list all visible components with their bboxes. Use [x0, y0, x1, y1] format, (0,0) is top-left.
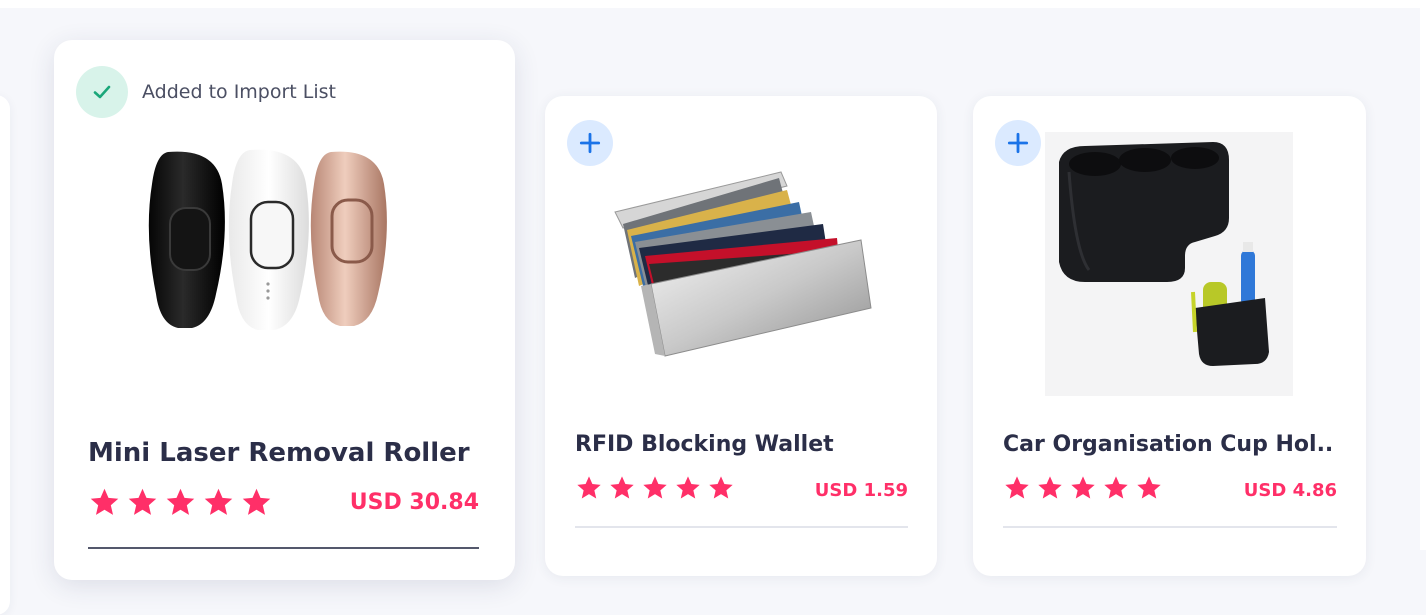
divider [88, 547, 479, 549]
product-image[interactable] [1045, 132, 1293, 396]
star-icon [709, 476, 733, 499]
star-icon [242, 488, 271, 515]
star-icon [128, 488, 157, 515]
star-icon [643, 476, 667, 499]
divider [575, 526, 908, 528]
product-price: USD 30.84 [349, 490, 479, 515]
added-status: Added to Import List [76, 66, 336, 118]
star-icon [1104, 476, 1128, 499]
add-to-import-list-button[interactable] [995, 120, 1041, 166]
star-icon [90, 488, 119, 515]
product-title[interactable]: Mini Laser Removal Roller [88, 438, 470, 468]
product-card[interactable]: Car Organisation Cup Hol... USD 4.86 [973, 96, 1366, 576]
star-icon [1038, 476, 1062, 499]
rating-stars [88, 486, 278, 519]
plus-icon [1007, 132, 1029, 154]
star-icon [204, 488, 233, 515]
star-icon [1005, 476, 1029, 499]
product-card[interactable]: RFID Blocking Wallet USD 1.59 [545, 96, 937, 576]
product-price: USD 1.59 [814, 480, 908, 501]
product-image[interactable] [611, 168, 873, 358]
star-icon [1137, 476, 1161, 499]
star-icon [577, 476, 601, 499]
plus-icon [579, 132, 601, 154]
rating-stars [575, 474, 740, 502]
product-title[interactable]: Car Organisation Cup Hol... [1003, 432, 1333, 457]
added-status-label: Added to Import List [142, 81, 336, 103]
check-icon [76, 66, 128, 118]
right-edge [1420, 0, 1426, 550]
top-bar [0, 0, 1426, 8]
star-icon [610, 476, 634, 499]
star-icon [1071, 476, 1095, 499]
product-card-partial[interactable] [0, 95, 10, 615]
star-icon [166, 488, 195, 515]
product-card-featured[interactable]: Added to Import List Mini Laser Removal … [54, 40, 515, 580]
add-to-import-list-button[interactable] [567, 120, 613, 166]
product-image[interactable] [146, 144, 426, 330]
product-price: USD 4.86 [1243, 480, 1337, 501]
divider [1003, 526, 1337, 528]
star-icon [676, 476, 700, 499]
rating-stars [1003, 474, 1168, 502]
product-title[interactable]: RFID Blocking Wallet [575, 432, 905, 457]
